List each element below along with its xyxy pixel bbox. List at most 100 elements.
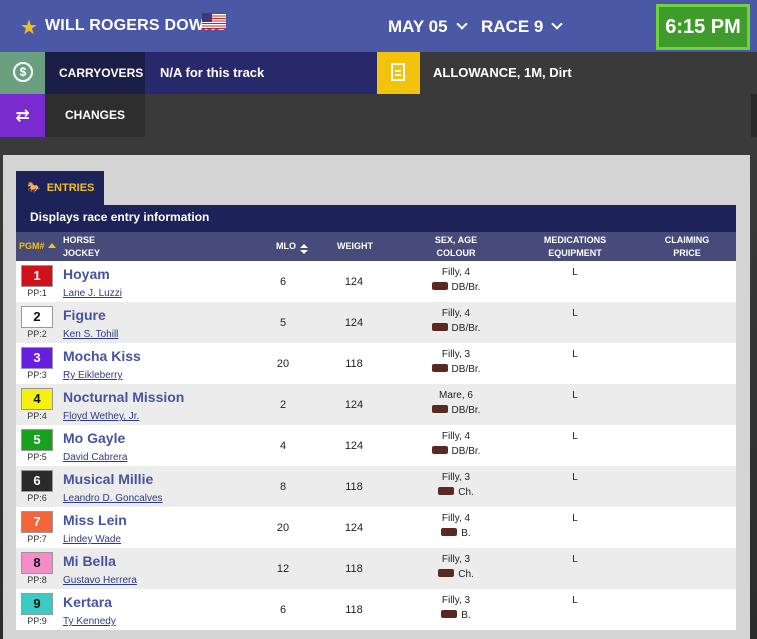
horse-colour: Ch. [411,569,501,580]
colour-label: B. [461,528,471,539]
weight: 124 [344,317,364,329]
post-position: PP:6 [27,493,47,503]
weight: 118 [345,481,363,493]
horse-name[interactable]: Figure [63,307,106,323]
chevron-down-icon [455,18,468,30]
horse-name[interactable]: Mi Bella [63,553,116,569]
colour-swatch [431,446,448,455]
colour-label: DB/Br. [451,405,481,416]
entries-panel: 🐎 ENTRIES Displays race entry information… [3,155,750,639]
colour-label: DB/Br. [451,323,481,334]
table-row: 7 PP:7 Miss Lein Lindey Wade 20 124 Fill… [16,507,736,548]
sex-age: Filly, 4 [441,513,471,524]
jockey-name[interactable]: Ken S. Tohill [63,329,118,340]
tab-entries[interactable]: 🐎 ENTRIES [16,171,104,205]
post-position: PP:5 [27,452,47,462]
column-horse: HORSE [63,235,96,245]
jockey-name[interactable]: David Cabrera [63,452,127,463]
info-bar: $ CARRYOVERS N/A for this track ALLOWANC… [0,52,757,94]
horse-name[interactable]: Kertara [63,594,112,610]
colour-swatch [438,487,455,496]
table-row: 5 PP:5 Mo Gayle David Cabrera 4 124 Fill… [16,425,736,466]
column-mlo[interactable]: MLO [276,240,308,254]
horse-colour: Ch. [411,487,501,498]
horse-name[interactable]: Musical Millie [63,471,153,487]
horse-name[interactable]: Nocturnal Mission [63,389,184,405]
horse-name[interactable]: Mo Gayle [63,430,125,446]
sex-age: Filly, 3 [441,472,471,483]
morning-line-odds: 5 [279,317,287,329]
weight: 124 [344,440,364,452]
horse-colour: DB/Br. [411,323,501,334]
document-icon [377,52,420,94]
chevron-down-icon [551,18,564,30]
medications: L [572,308,578,319]
horse-colour: DB/Br. [411,364,501,375]
sex-age: Filly, 4 [441,308,471,319]
horse-name[interactable]: Mocha Kiss [63,348,141,364]
medications: L [572,267,578,278]
colour-swatch [431,364,448,373]
carryovers-value: N/A for this track [145,52,377,94]
jockey-name[interactable]: Ry Eikleberry [63,370,122,381]
column-claiming: CLAIMING [664,235,710,245]
morning-line-odds: 2 [279,399,287,411]
star-icon[interactable]: ★ [20,15,38,40]
program-number: 6 [21,470,53,492]
weight: 124 [344,522,364,534]
colour-label: DB/Br. [451,446,481,457]
morning-line-odds: 8 [279,481,287,493]
column-equipment: EQUIPMENT [548,248,602,258]
program-number: 8 [21,552,53,574]
medications: L [572,349,578,360]
race-conditions: ALLOWANCE, 1M, Dirt [420,52,751,94]
column-jockey: JOCKEY [63,248,101,258]
weight: 118 [345,358,363,370]
medications: L [572,595,578,606]
program-number: 5 [21,429,53,451]
jockey-name[interactable]: Leandro D. Goncalves [63,493,163,504]
weight: 124 [344,399,364,411]
weight: 124 [344,276,364,288]
colour-label: Ch. [458,569,474,580]
jockey-name[interactable]: Gustavo Herrera [63,575,137,586]
colour-label: DB/Br. [451,282,481,293]
horse-colour: DB/Br. [411,405,501,416]
column-pgm[interactable]: PGM# [19,240,56,252]
carryovers-label[interactable]: CARRYOVERS [45,52,145,94]
morning-line-odds: 20 [276,358,290,370]
colour-swatch [431,405,448,414]
colour-label: DB/Br. [451,364,481,375]
post-position: PP:3 [27,370,47,380]
post-position: PP:2 [27,329,47,339]
program-number: 2 [21,306,53,328]
medications: L [572,472,578,483]
changes-bar: ⇄ CHANGES [0,94,751,137]
entries-description: Displays race entry information [16,205,736,232]
horse-icon: 🐎 [27,182,41,194]
medications: L [572,513,578,524]
morning-line-odds: 20 [276,522,290,534]
horse-name[interactable]: Hoyam [63,266,110,282]
horse-colour: DB/Br. [411,282,501,293]
track-name: WILL ROGERS DOWNS [45,17,227,34]
changes-button[interactable]: CHANGES [45,94,145,137]
horse-name[interactable]: Miss Lein [63,512,127,528]
column-sex-age: SEX, AGE [434,235,478,245]
jockey-name[interactable]: Floyd Wethey, Jr. [63,411,139,422]
colour-label: B. [461,610,471,621]
morning-line-odds: 6 [279,276,287,288]
program-number: 7 [21,511,53,533]
date-dropdown[interactable]: MAY 05 [388,17,468,37]
post-time-badge: 6:15 PM [656,4,750,50]
jockey-name[interactable]: Ty Kennedy [63,616,116,627]
program-number: 3 [21,347,53,369]
program-number: 4 [21,388,53,410]
jockey-name[interactable]: Lindey Wade [63,534,121,545]
jockey-name[interactable]: Lane J. Luzzi [63,288,122,299]
us-flag-icon [202,13,226,29]
sex-age: Filly, 4 [441,267,471,278]
race-dropdown[interactable]: RACE 9 [481,17,564,37]
post-position: PP:9 [27,616,47,626]
sex-age: Filly, 3 [441,349,471,360]
